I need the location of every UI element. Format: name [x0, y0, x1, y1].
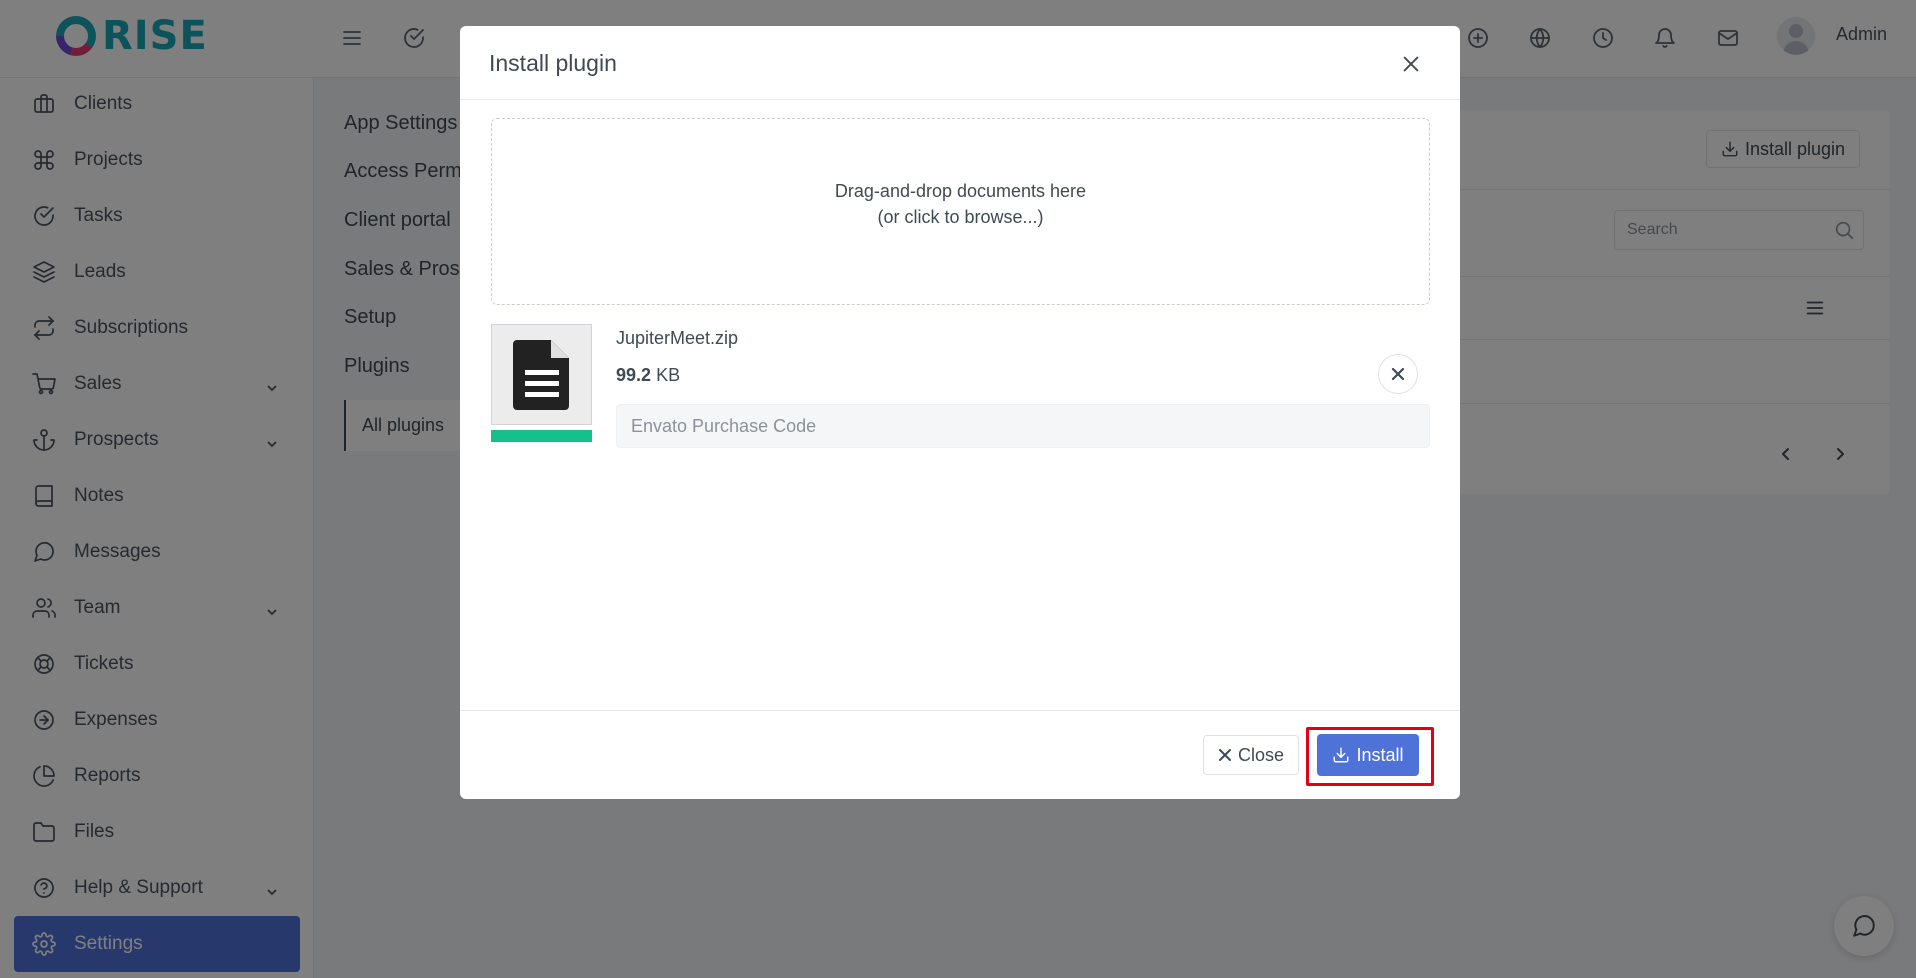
dropzone-instructions: Drag-and-drop documents here [834, 181, 1087, 201]
install-button-label: Install [1356, 744, 1404, 765]
file-thumbnail [491, 324, 592, 425]
download-icon [1334, 747, 1349, 763]
modal-footer [460, 710, 1460, 799]
close-icon [1218, 749, 1231, 761]
dropzone-browse-hint: (or click to browse...) [877, 207, 1044, 227]
close-button-label: Close [1237, 744, 1285, 765]
file-dropzone[interactable]: Drag-and-drop documents here (or click t… [491, 118, 1430, 305]
modal-header: Install plugin [460, 26, 1460, 100]
close-icon[interactable] [1395, 48, 1427, 80]
modal-title: Install plugin [489, 50, 617, 76]
file-name: JupiterMeet.zip [616, 328, 739, 348]
file-size: 99.2 KB [616, 365, 680, 386]
install-plugin-modal: Install plugin Drag-and-drop documents h… [460, 26, 1460, 799]
install-button[interactable]: Install [1317, 734, 1419, 776]
upload-progress-fill [491, 430, 592, 442]
file-size-unit: KB [656, 365, 681, 385]
upload-progress-bar [491, 430, 592, 442]
close-icon [1391, 367, 1405, 381]
document-icon [512, 339, 569, 410]
remove-file-button[interactable] [1378, 354, 1418, 394]
file-size-value: 99.2 [616, 365, 652, 385]
close-button[interactable]: Close [1203, 735, 1299, 775]
purchase-code-input[interactable] [616, 404, 1430, 448]
